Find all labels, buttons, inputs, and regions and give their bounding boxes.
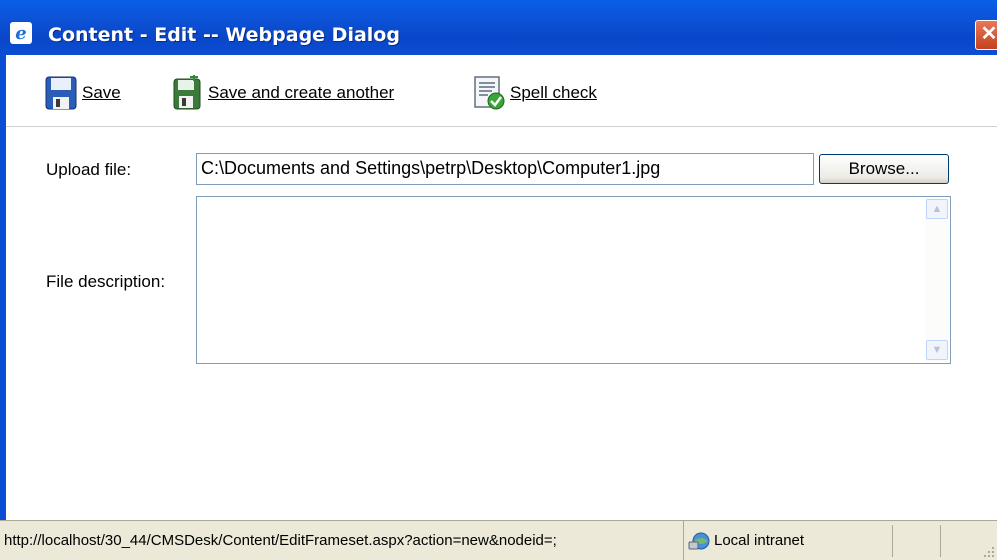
- status-divider: [892, 525, 893, 557]
- save-button[interactable]: Save: [44, 76, 121, 110]
- status-bar: http://localhost/30_44/CMSDesk/Content/E…: [0, 520, 997, 560]
- save-add-icon: [173, 75, 201, 110]
- window-title: Content - Edit -- Webpage Dialog: [48, 24, 400, 46]
- spell-check-button[interactable]: Spell check: [472, 76, 597, 110]
- resize-grip-icon[interactable]: [981, 544, 995, 558]
- toolbar: Save Save and create another Spell check: [6, 55, 997, 127]
- close-icon: ✕: [980, 23, 997, 45]
- upload-file-input[interactable]: C:\Documents and Settings\petrp\Desktop\…: [196, 153, 814, 185]
- spell-check-label: Spell check: [510, 83, 597, 102]
- spell-check-icon: [474, 76, 505, 110]
- status-divider: [940, 525, 941, 557]
- upload-file-label: Upload file:: [46, 160, 132, 179]
- browse-button[interactable]: Browse...: [819, 154, 949, 184]
- title-bar: e Content - Edit -- Webpage Dialog ✕: [0, 0, 997, 55]
- scroll-down-icon[interactable]: ▼: [926, 340, 948, 360]
- floppy-disk-icon: [45, 76, 77, 110]
- security-zone: Local intranet: [688, 521, 804, 560]
- status-url: http://localhost/30_44/CMSDesk/Content/E…: [0, 521, 684, 560]
- close-button[interactable]: ✕: [975, 20, 997, 50]
- scroll-up-icon[interactable]: ▲: [926, 199, 948, 219]
- save-and-create-another-button[interactable]: Save and create another: [170, 75, 395, 110]
- save-and-create-another-label: Save and create another: [208, 83, 395, 102]
- vertical-scrollbar[interactable]: ▲ ▼: [925, 198, 949, 362]
- svg-text:e: e: [15, 23, 26, 44]
- save-label: Save: [82, 83, 121, 102]
- internet-explorer-icon: e: [10, 22, 32, 44]
- file-description-label: File description:: [46, 272, 166, 291]
- local-intranet-icon: [688, 532, 710, 549]
- file-description-textarea[interactable]: ▲ ▼: [196, 196, 951, 364]
- zone-label: Local intranet: [714, 532, 805, 549]
